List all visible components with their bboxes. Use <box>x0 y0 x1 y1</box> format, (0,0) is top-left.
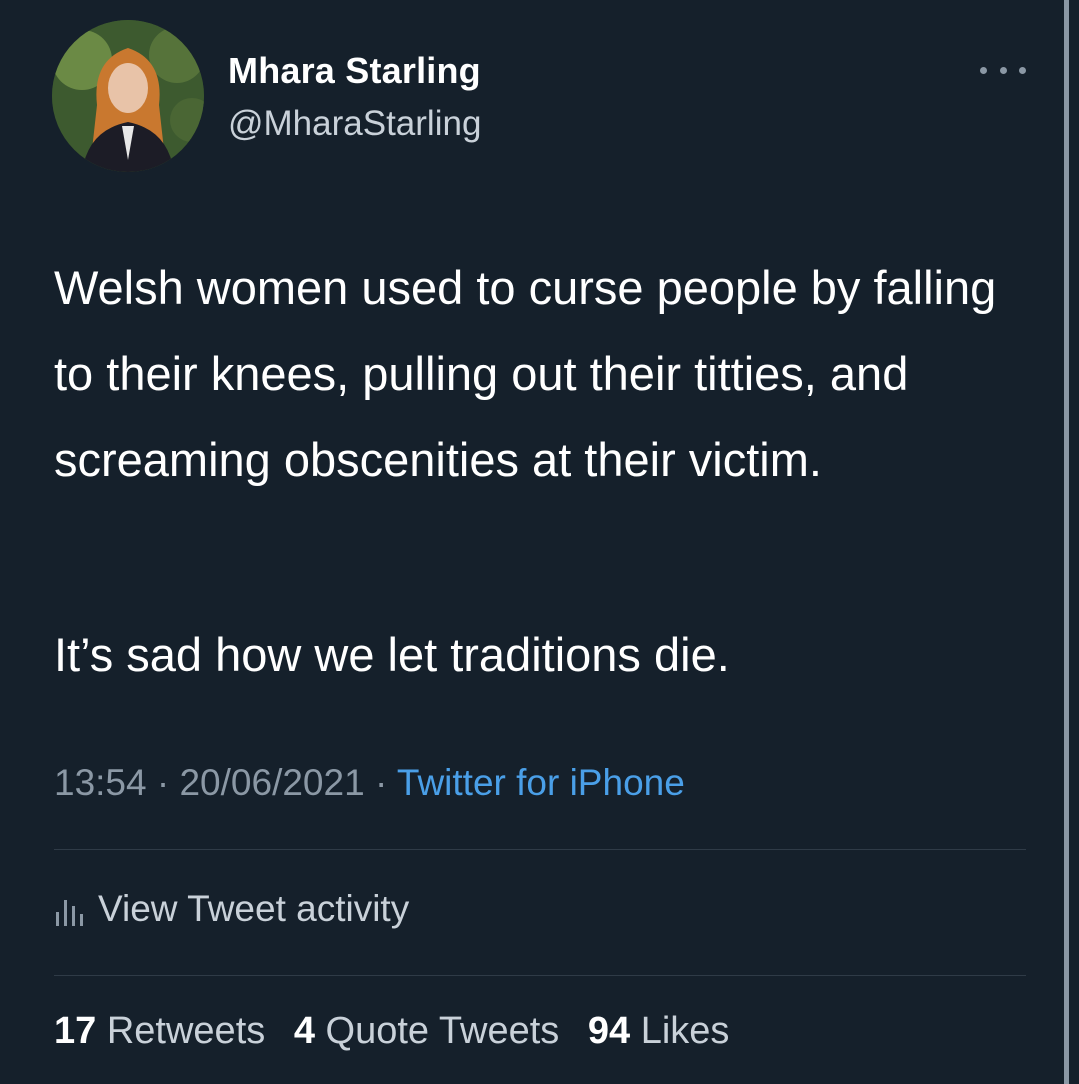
quote-tweets-label: Quote Tweets <box>325 1010 560 1052</box>
author-name[interactable]: Mhara Starling <box>228 50 481 92</box>
likes-stat[interactable]: 94 Likes <box>588 1010 730 1052</box>
meta-separator: · <box>146 762 180 803</box>
more-icon[interactable] <box>980 58 1026 82</box>
divider <box>54 849 1026 850</box>
avatar[interactable] <box>52 20 204 172</box>
retweets-count: 17 <box>54 1010 97 1052</box>
tweet-meta: 13:54 · 20/06/2021 · Twitter for iPhone <box>54 762 685 804</box>
retweets-label: Retweets <box>106 1010 266 1052</box>
tweet-stats: 17 Retweets 4 Quote Tweets 94 Likes <box>54 1010 747 1053</box>
tweet-text-line-2: It’s sad how we let traditions die. <box>54 628 730 681</box>
author-handle[interactable]: @MharaStarling <box>228 104 481 144</box>
tweet-date[interactable]: 20/06/2021 <box>179 762 364 803</box>
view-activity-button[interactable]: View Tweet activity <box>54 884 409 934</box>
divider <box>54 975 1026 976</box>
bar-chart-icon <box>56 900 83 926</box>
tweet-container: Mhara Starling @MharaStarling Welsh wome… <box>0 0 1079 1084</box>
meta-separator: · <box>364 762 397 803</box>
quote-tweets-stat[interactable]: 4 Quote Tweets <box>294 1010 559 1052</box>
likes-label: Likes <box>640 1010 730 1052</box>
tweet-text: Welsh women used to curse people by fall… <box>54 261 997 486</box>
tweet-time: 13:54 <box>54 762 147 803</box>
view-activity-label: View Tweet activity <box>98 888 410 929</box>
tweet-source-link[interactable]: Twitter for iPhone <box>397 762 685 803</box>
scrollbar[interactable] <box>1064 0 1069 1084</box>
quote-tweets-count: 4 <box>293 1010 315 1052</box>
likes-count: 94 <box>587 1010 631 1052</box>
retweets-stat[interactable]: 17 Retweets <box>54 1010 265 1052</box>
